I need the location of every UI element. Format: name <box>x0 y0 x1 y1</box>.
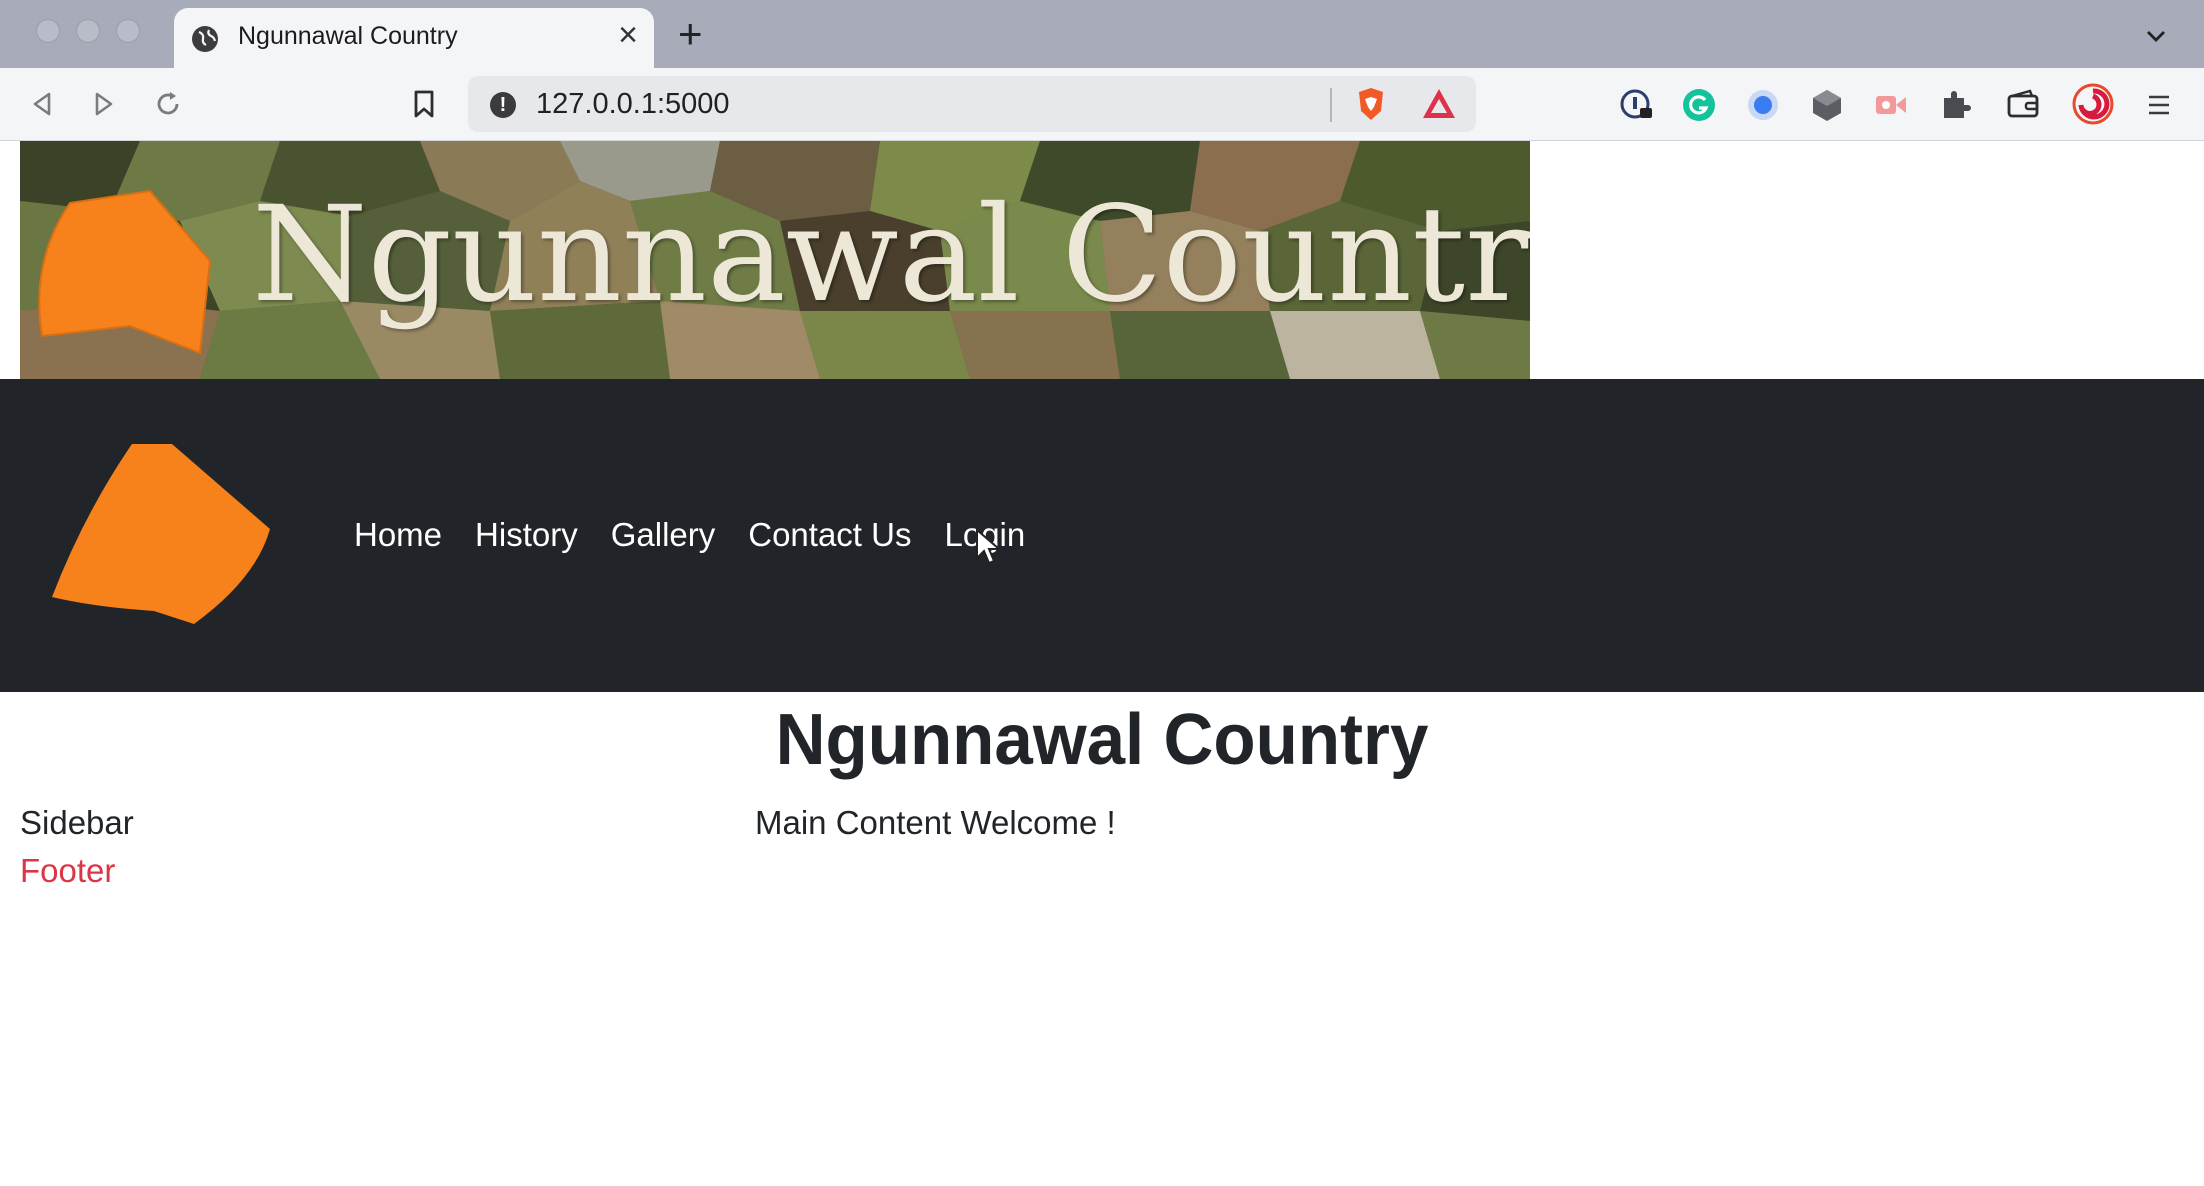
window-zoom-control[interactable] <box>116 19 140 43</box>
nav-contact-us-link[interactable]: Contact Us <box>748 515 911 555</box>
mouse-cursor-icon <box>976 528 1002 565</box>
video-extension-icon[interactable] <box>1872 86 1910 124</box>
main-content-text: Main Content Welcome ! <box>755 804 1116 841</box>
reload-icon[interactable] <box>150 86 186 122</box>
url-separator <box>1330 88 1332 122</box>
browser-toolbar: ! 127.0.0.1:5000 <box>0 68 2204 141</box>
nav-home-link[interactable]: Home <box>354 515 442 555</box>
globe-icon <box>192 26 218 52</box>
browser-tab[interactable]: Ngunnawal Country × <box>174 8 654 68</box>
forward-icon[interactable] <box>86 86 122 122</box>
nav-gallery-link[interactable]: Gallery <box>611 515 716 555</box>
logo-icon[interactable] <box>44 439 284 629</box>
record-extension-icon[interactable] <box>1744 86 1782 124</box>
back-icon[interactable] <box>24 86 60 122</box>
new-tab-button[interactable]: + <box>678 13 703 55</box>
window-minimize-control[interactable] <box>76 19 100 43</box>
cube-extension-icon[interactable] <box>1808 86 1846 124</box>
tab-title: Ngunnawal Country <box>238 22 458 50</box>
footer-text: Footer <box>20 852 116 889</box>
bookmark-icon[interactable] <box>406 86 442 122</box>
wallet-icon[interactable] <box>2004 86 2042 124</box>
sidebar-text: Sidebar <box>20 804 134 841</box>
password-manager-icon[interactable] <box>1618 86 1656 124</box>
browser-titlebar: Ngunnawal Country × + <box>0 0 2204 68</box>
profile-avatar-icon[interactable] <box>2072 83 2114 125</box>
page-title: Ngunnawal Country <box>775 700 1429 780</box>
header-banner: Ngunnawal Country <box>20 141 1530 379</box>
grammarly-icon[interactable] <box>1680 86 1718 124</box>
nav-history-link[interactable]: History <box>475 515 578 555</box>
address-bar[interactable]: ! 127.0.0.1:5000 <box>468 76 1476 132</box>
nav-links: Home History Gallery Contact Us Login <box>354 515 1025 555</box>
brave-rewards-icon[interactable] <box>1420 85 1458 123</box>
window-close-control[interactable] <box>36 19 60 43</box>
site-info-icon[interactable]: ! <box>490 92 516 118</box>
brave-shield-icon[interactable] <box>1352 85 1390 123</box>
url-text[interactable]: 127.0.0.1:5000 <box>536 88 730 121</box>
tab-close-icon[interactable]: × <box>612 18 644 52</box>
navbar: Home History Gallery Contact Us Login <box>0 379 2204 692</box>
chevron-down-icon[interactable] <box>2142 22 2170 50</box>
extensions-puzzle-icon[interactable] <box>1936 86 1974 124</box>
banner-title: Ngunnawal Country <box>252 178 1530 332</box>
menu-icon[interactable] <box>2140 86 2178 124</box>
